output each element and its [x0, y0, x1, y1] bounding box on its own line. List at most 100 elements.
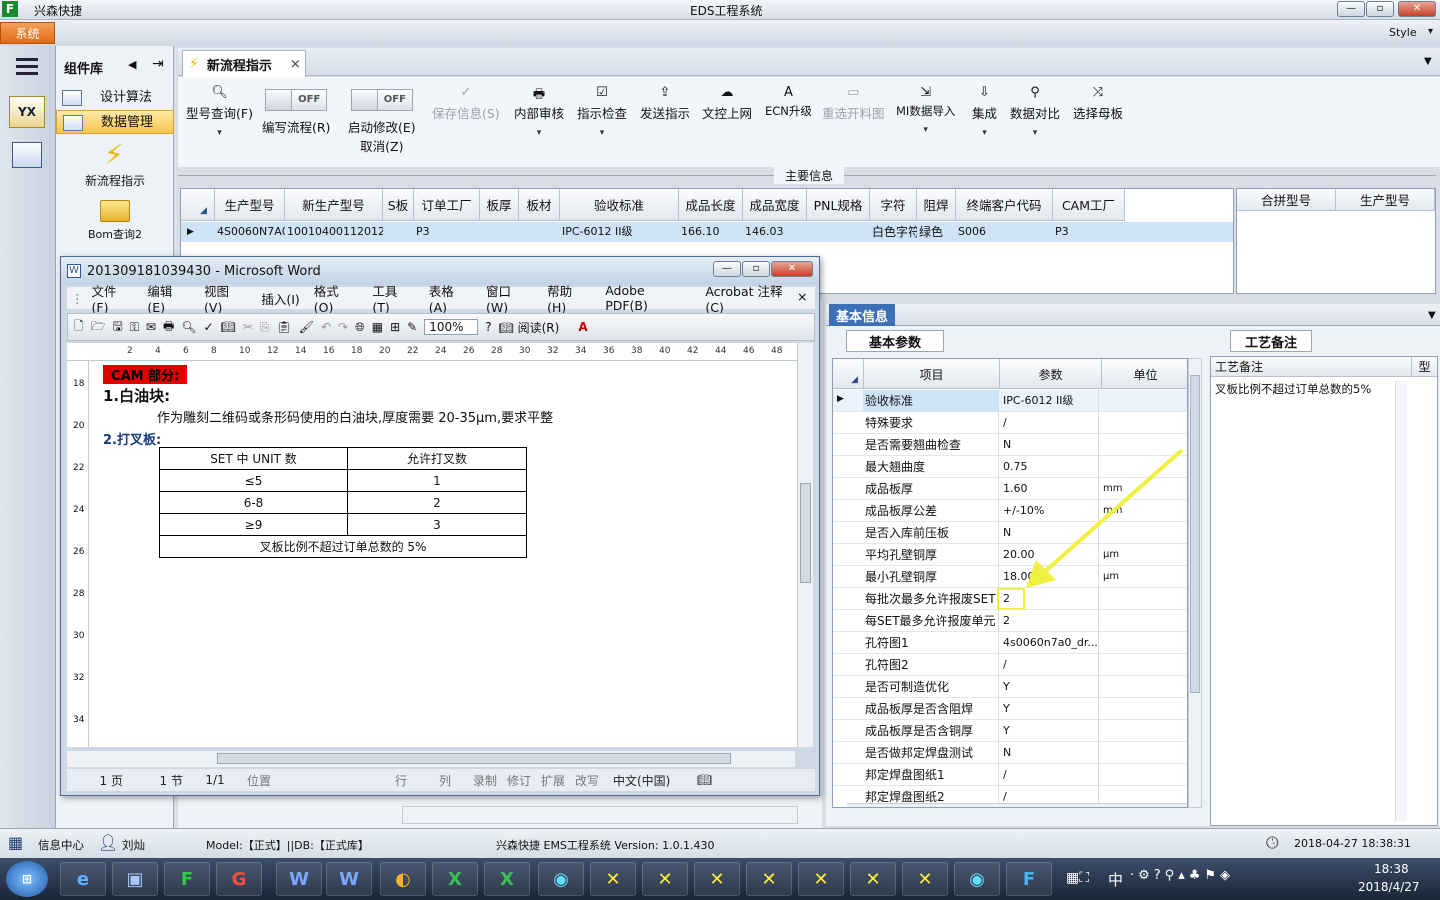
- menu-adobe-pdf[interactable]: Adobe PDF(B): [605, 283, 691, 313]
- tray-icons[interactable]: ·⚙?⚲▴♣⚑◈: [1130, 868, 1234, 883]
- ime-mode[interactable]: 中: [1108, 869, 1123, 890]
- notes-vscrollbar[interactable]: [1395, 381, 1407, 821]
- param-value[interactable]: /: [1001, 412, 1099, 434]
- permission-icon[interactable]: ⚿: [130, 320, 139, 335]
- param-name[interactable]: 成品板厚是否含铜厚: [863, 720, 999, 742]
- drawing-icon[interactable]: ✎: [407, 320, 417, 334]
- param-row[interactable]: 成品板厚是否含阻焊 Y: [833, 698, 1187, 720]
- param-name[interactable]: 成品板厚公差: [863, 500, 999, 522]
- param-row[interactable]: 孔符图2/: [833, 654, 1187, 676]
- status-record[interactable]: 录制: [473, 772, 507, 789]
- maximize-button[interactable]: ▫: [1366, 1, 1394, 17]
- param-value[interactable]: 2: [1001, 610, 1099, 632]
- print-icon[interactable]: 🖶: [163, 317, 174, 338]
- param-name[interactable]: 成品板厚: [863, 478, 999, 500]
- cell[interactable]: 10010400112012: [285, 222, 383, 242]
- style-dropdown-icon[interactable]: ▾: [1428, 26, 1433, 37]
- dropdown-arrow-icon[interactable]: ▾: [186, 128, 253, 138]
- x-window-icon[interactable]: ✕: [746, 862, 792, 896]
- read-button[interactable]: 📖︎ 阅读(R): [499, 319, 560, 336]
- spelling-icon[interactable]: ✓: [204, 320, 214, 334]
- col-header[interactable]: PNL规格: [807, 189, 870, 221]
- param-value[interactable]: Y: [1001, 676, 1099, 698]
- param-name[interactable]: 邦定焊盘图纸1: [863, 764, 999, 786]
- param-name[interactable]: 每批次最多允许报废SET: [863, 588, 999, 610]
- notes-header[interactable]: 工艺备注: [1211, 357, 1411, 377]
- zoom-select[interactable]: 100%: [424, 319, 479, 335]
- internal-review-button[interactable]: 🖶 内部审核 ▾: [514, 85, 564, 138]
- notes-col2-header[interactable]: 型: [1411, 357, 1437, 377]
- cell[interactable]: [383, 222, 414, 242]
- tab-basic-params[interactable]: 基本参数: [846, 330, 944, 352]
- table-footer-cell[interactable]: 叉板比例不超过订单总数的 5%: [159, 535, 527, 558]
- cell[interactable]: IPC-6012 II级: [560, 222, 679, 242]
- col-header[interactable]: 验收标准: [560, 189, 679, 221]
- tab-basic-info[interactable]: 基本信息: [829, 304, 895, 326]
- param-name[interactable]: 是否入库前压板: [863, 522, 999, 544]
- cut-icon[interactable]: ✂: [243, 320, 253, 334]
- cell[interactable]: 白色字符: [870, 222, 917, 242]
- dropdown-arrow-icon[interactable]: ▾: [896, 125, 955, 135]
- word-taskbar-icon[interactable]: W: [326, 862, 372, 896]
- word-close-button[interactable]: ✕: [771, 261, 813, 277]
- tab-process-notes[interactable]: 工艺备注: [1230, 330, 1312, 352]
- table-cell[interactable]: 6-8: [159, 491, 348, 514]
- param-unit[interactable]: [1101, 390, 1185, 412]
- insert-table-icon[interactable]: ⊞: [390, 320, 400, 334]
- menu-close-icon[interactable]: ×: [797, 289, 807, 304]
- params-hscrollbar[interactable]: [847, 803, 1187, 807]
- ime-toolbar-icon[interactable]: ▦⛶: [1066, 870, 1089, 886]
- panel-dropdown-icon[interactable]: ▼: [1428, 310, 1436, 321]
- tables-borders-icon[interactable]: ▦: [372, 320, 383, 334]
- f-app-icon[interactable]: F: [1006, 862, 1052, 896]
- close-button[interactable]: ✕: [1398, 1, 1436, 17]
- param-name[interactable]: 最大翘曲度: [863, 456, 999, 478]
- param-row[interactable]: 是否做邦定焊盘测试 N: [833, 742, 1187, 764]
- notes-text[interactable]: 叉板比例不超过订单总数的5%: [1215, 381, 1371, 397]
- mi-data-import-button[interactable]: ⇲ MI数据导入 ▾: [896, 85, 955, 135]
- status-overtype[interactable]: 改写: [575, 772, 613, 789]
- col-header[interactable]: 生产型号: [1336, 189, 1435, 211]
- params-vscrollbar[interactable]: [1188, 358, 1202, 808]
- copy-icon[interactable]: ⎘: [260, 320, 270, 335]
- x-window-icon[interactable]: ✕: [642, 862, 688, 896]
- cell[interactable]: 绿色: [917, 222, 956, 242]
- param-unit[interactable]: [1101, 610, 1185, 632]
- system-button[interactable]: 系统: [0, 22, 55, 44]
- dropdown-arrow-icon[interactable]: ▾: [1010, 128, 1060, 138]
- start-button[interactable]: ⊞: [6, 861, 48, 897]
- param-row[interactable]: 成品板厚是否含铜厚 Y: [833, 720, 1187, 742]
- start-edit-toggle[interactable]: OFF: [350, 89, 413, 111]
- col-header[interactable]: 成品长度: [679, 189, 743, 221]
- param-row[interactable]: 特殊要求 /: [833, 412, 1187, 434]
- param-name[interactable]: 孔符图2: [863, 654, 999, 676]
- table-header-cell[interactable]: SET 中 UNIT 数: [159, 447, 348, 470]
- param-value[interactable]: Y: [1001, 720, 1099, 742]
- param-unit[interactable]: [1101, 720, 1185, 742]
- hyperlink-icon[interactable]: 🌐︎: [355, 320, 365, 335]
- param-name[interactable]: 是否做邦定焊盘测试: [863, 742, 999, 764]
- calendar-module-icon[interactable]: [12, 142, 42, 168]
- cell[interactable]: 4S0060N7A0: [215, 222, 285, 242]
- col-header[interactable]: 生产型号: [215, 189, 285, 221]
- param-row[interactable]: 每SET最多允许报废单元 2: [833, 610, 1187, 632]
- param-unit[interactable]: [1101, 742, 1185, 764]
- cross-board-heading[interactable]: 2.打叉板:: [103, 429, 161, 448]
- param-name[interactable]: 最小孔壁铜厚: [863, 566, 999, 588]
- cell[interactable]: P3: [414, 222, 480, 242]
- param-value[interactable]: 4s0060n7a0_dr...: [1001, 632, 1099, 654]
- param-value[interactable]: /: [1001, 764, 1099, 786]
- col-header[interactable]: 板材: [519, 189, 560, 221]
- menu-tools[interactable]: 工具(T): [372, 281, 414, 315]
- write-flow-toggle[interactable]: OFF: [265, 89, 328, 111]
- col-header-item[interactable]: 项目: [863, 359, 999, 389]
- menu-edit[interactable]: 编辑(E): [147, 281, 190, 315]
- save-icon[interactable]: 🖫: [113, 317, 123, 338]
- col-header[interactable]: 新生产型号: [285, 189, 383, 221]
- style-menu[interactable]: Style: [1389, 26, 1417, 39]
- info-center-link[interactable]: 信息中心: [38, 837, 84, 853]
- pane-item-data-management[interactable]: 数据管理: [56, 110, 174, 134]
- new-flow-indication-item[interactable]: 新流程指示: [56, 172, 174, 189]
- param-unit[interactable]: [1101, 412, 1185, 434]
- table-cell[interactable]: 1: [347, 469, 527, 492]
